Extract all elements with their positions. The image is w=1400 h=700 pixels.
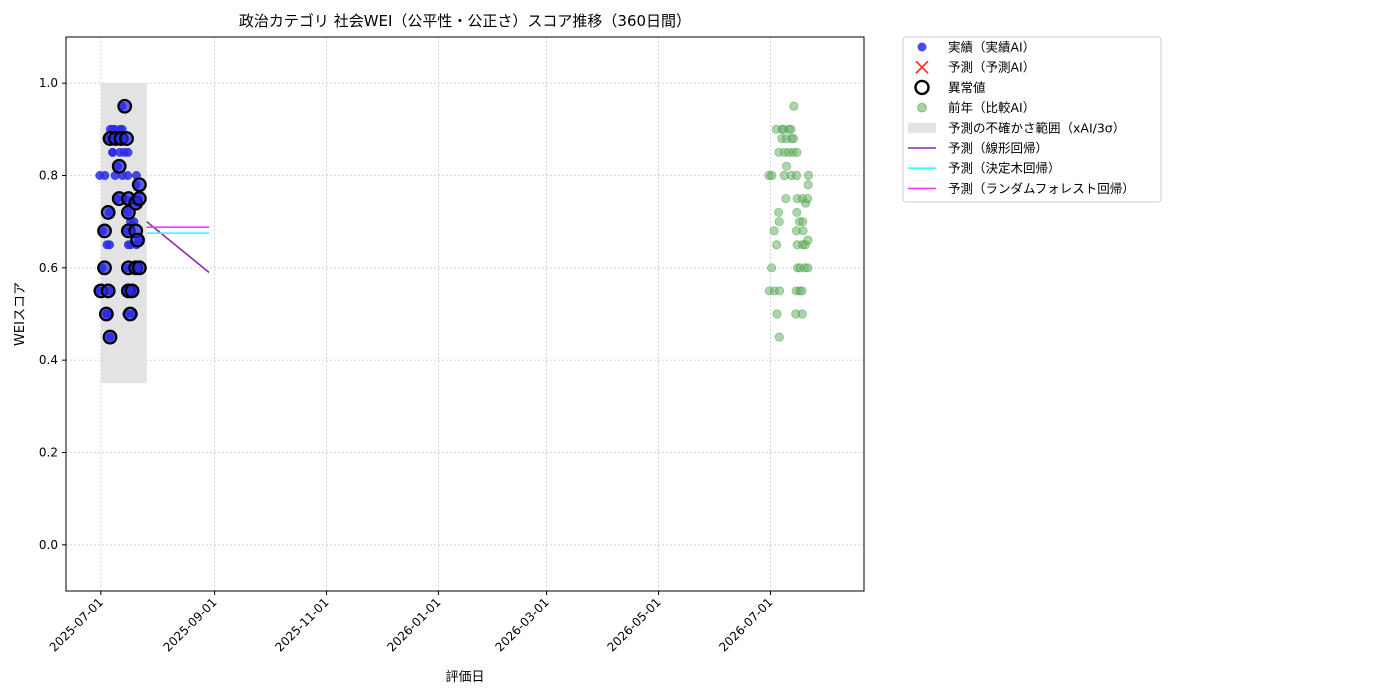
y-axis-label: WEIスコア <box>13 282 28 346</box>
previous-year-point <box>788 133 799 144</box>
legend: 実績（実績AI） 予測（予測AI） 異常値前年（比較AI） 予測の不確かさ範囲（xAI… <box>902 36 1162 203</box>
chart-title: 政治カテゴリ 社会WEI（公平性・公正さ）スコア推移（360日間） <box>239 12 691 30</box>
previous-year-point <box>803 180 813 190</box>
anomaly-point <box>124 283 140 299</box>
anomaly-point <box>98 306 114 322</box>
legend-label-previous_year: 前年（比較AI） <box>948 100 1035 115</box>
actual-point <box>123 147 133 157</box>
legend-label-prediction: 予測（予測AI） <box>948 60 1035 75</box>
actual-point <box>105 240 115 250</box>
legend-label-linear: 予測（線形回帰） <box>948 141 1048 156</box>
previous-year-point <box>774 217 784 227</box>
previous-year-point <box>774 332 784 342</box>
previous-year-point <box>769 226 779 236</box>
anomaly-point <box>131 177 147 193</box>
previous-year-point <box>792 207 802 218</box>
y-tick-label: 1.0 <box>39 76 58 90</box>
anomaly-point <box>111 158 127 174</box>
previous-year-point <box>797 286 807 296</box>
y-tick-label: 0.0 <box>39 538 58 552</box>
legend-marker-actual <box>917 42 927 52</box>
anomaly-point <box>100 205 116 220</box>
legend-label-band: 予測の不確かさ範囲（xAI/3σ） <box>948 120 1125 135</box>
y-tick-label: 0.6 <box>39 261 58 275</box>
previous-year-point <box>773 207 784 218</box>
y-tick-label: 0.2 <box>39 446 58 460</box>
previous-year-point <box>803 263 813 273</box>
previous-year-point <box>789 101 799 111</box>
previous-year-point <box>772 309 782 319</box>
previous-year-point <box>798 217 808 227</box>
anomaly-point <box>100 283 116 299</box>
previous-year-point <box>772 240 782 250</box>
y-tick-label: 0.4 <box>39 353 58 367</box>
previous-year-point <box>798 226 808 236</box>
anomaly-point <box>122 306 138 322</box>
legend-label-actual: 実績（実績AI） <box>948 40 1035 55</box>
actual-point <box>100 171 110 180</box>
previous-year-point <box>782 161 792 171</box>
previous-year-point <box>797 309 807 319</box>
previous-year-point <box>766 263 777 273</box>
previous-year-point <box>786 124 796 134</box>
y-tick-label: 0.8 <box>39 169 58 183</box>
anomaly-point <box>117 98 133 114</box>
previous-year-point <box>792 147 802 158</box>
anomaly-point <box>131 260 147 276</box>
legend-label-forest: 予測（ランダムフォレスト回帰） <box>948 181 1135 196</box>
anomaly-point <box>131 191 147 206</box>
actual-point <box>123 171 133 180</box>
previous-year-point <box>803 170 814 181</box>
x-axis-label: 評価日 <box>445 670 484 685</box>
previous-year-point <box>802 193 813 204</box>
legend-marker-previous-year <box>917 102 927 113</box>
plot-area <box>66 37 864 591</box>
previous-year-point <box>775 286 785 296</box>
previous-year-point <box>791 170 802 181</box>
legend-marker-band <box>908 122 936 133</box>
anomaly-point <box>130 232 145 248</box>
anomaly-point <box>97 260 112 276</box>
wei-score-chart: 政治カテゴリ 社会WEI（公平性・公正さ）スコア推移（360日間） 2025-0… <box>0 0 1400 700</box>
anomaly-point <box>102 329 118 345</box>
previous-year-point <box>767 170 777 181</box>
previous-year-point <box>803 235 813 245</box>
previous-year-point <box>781 193 791 204</box>
anomaly-point <box>119 131 134 146</box>
legend-label-tree: 予測（決定木回帰） <box>948 161 1061 176</box>
anomaly-point <box>97 223 112 239</box>
legend-label-anomaly: 異常値 <box>948 80 986 95</box>
